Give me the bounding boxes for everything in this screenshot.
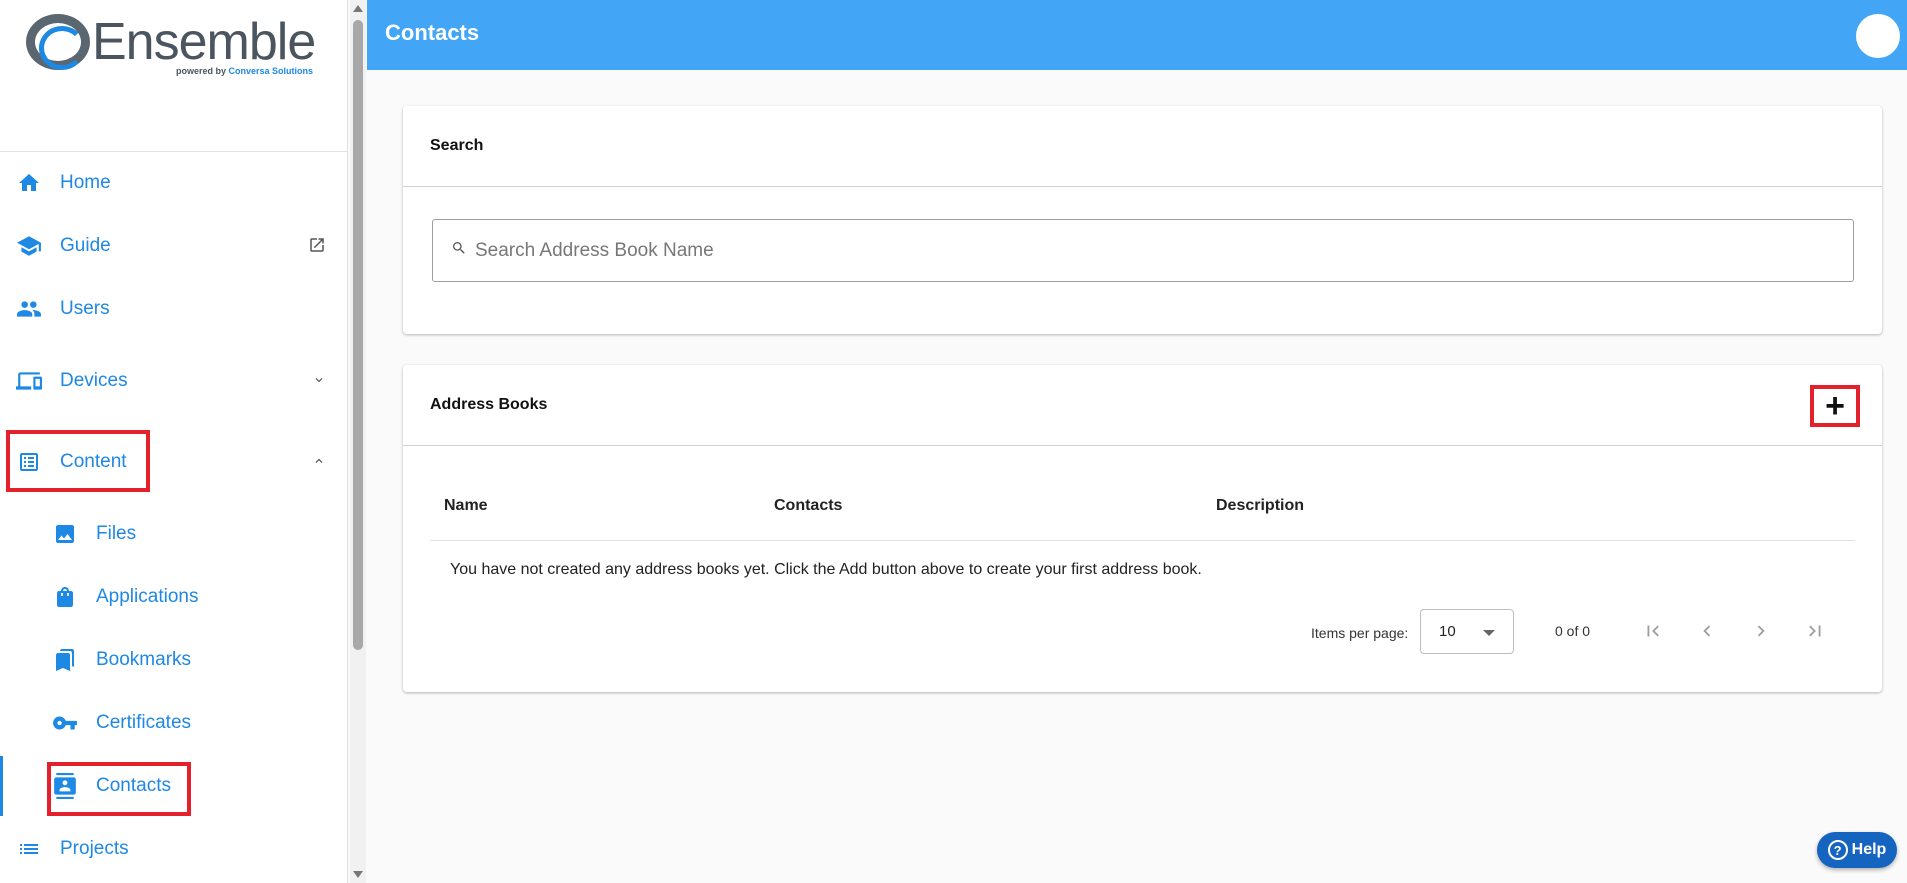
external-link-icon (308, 236, 326, 259)
logo-ring-icon (26, 14, 90, 70)
sidebar-item-certificates[interactable]: Certificates (52, 697, 332, 749)
address-books-card: Address Books + Name Contacts Descriptio… (403, 365, 1882, 692)
paginator-range: 0 of 0 (1555, 623, 1591, 639)
column-header-description[interactable]: Description (1216, 497, 1304, 515)
previous-page-button[interactable] (1693, 617, 1721, 645)
sidebar-item-label: Applications (96, 586, 199, 607)
shopping-bag-icon (52, 584, 78, 610)
sidebar-item-bookmarks[interactable]: Bookmarks (52, 634, 332, 686)
last-page-button[interactable] (1801, 617, 1829, 645)
items-per-page-select[interactable]: 10 (1420, 609, 1514, 654)
address-books-title: Address Books (430, 396, 548, 413)
scrollbar-thumb[interactable] (353, 20, 363, 650)
column-header-contacts[interactable]: Contacts (774, 497, 842, 515)
empty-state-message: You have not created any address books y… (450, 561, 1202, 578)
list-icon (16, 836, 42, 862)
sidebar-item-devices[interactable]: Devices (16, 355, 326, 407)
devices-icon (16, 368, 42, 394)
last-page-icon (1809, 625, 1821, 637)
logo-tagline: powered by Conversa Solutions (176, 66, 314, 76)
key-icon (52, 710, 78, 736)
active-indicator (0, 756, 3, 816)
sidebar-item-home[interactable]: Home (16, 157, 326, 209)
top-bar: Contacts (367, 0, 1907, 70)
sidebar-scrollbar[interactable] (350, 0, 366, 883)
help-button[interactable]: ? Help (1817, 832, 1897, 868)
sidebar-item-label: Files (96, 523, 137, 544)
contacts-highlight-box (47, 762, 191, 816)
scroll-up-arrow-icon[interactable] (353, 5, 363, 12)
image-icon (52, 521, 78, 547)
search-icon (451, 240, 467, 261)
home-icon (16, 170, 42, 196)
sidebar-item-label: Guide (60, 235, 111, 256)
next-page-button[interactable] (1747, 617, 1775, 645)
sidebar-item-applications[interactable]: Applications (52, 571, 332, 623)
sidebar-divider (0, 151, 347, 152)
sidebar-item-label: Users (60, 298, 110, 319)
sidebar-item-label: Devices (60, 370, 128, 391)
school-icon (16, 233, 42, 259)
help-label: Help (1851, 841, 1887, 858)
items-per-page-value: 10 (1439, 623, 1456, 640)
add-address-book-button[interactable]: + (1810, 385, 1860, 427)
address-books-header: Address Books + (403, 365, 1882, 446)
search-input[interactable] (475, 239, 1775, 262)
search-card: Search (403, 106, 1882, 334)
page-title: Contacts (385, 20, 480, 45)
sidebar-item-files[interactable]: Files (52, 508, 332, 560)
avatar[interactable] (1856, 14, 1900, 58)
content-highlight-box (6, 430, 150, 492)
logo-text: Ensemble (92, 13, 316, 71)
first-page-icon (1647, 625, 1659, 637)
column-header-name[interactable]: Name (444, 497, 488, 515)
bookmarks-icon (52, 647, 78, 673)
first-page-button[interactable] (1639, 617, 1667, 645)
sidebar-item-label: Projects (60, 838, 129, 859)
ensemble-logo[interactable]: Ensemble powered by Conversa Solutions (26, 12, 326, 82)
chevron-right-icon (1757, 625, 1765, 637)
users-icon (16, 296, 42, 322)
help-question-icon: ? (1827, 840, 1848, 860)
search-field[interactable] (432, 219, 1854, 282)
sidebar-item-projects[interactable]: Projects (16, 823, 326, 875)
search-card-title: Search (403, 106, 1882, 187)
dropdown-arrow-icon (1483, 630, 1495, 636)
sidebar-item-label: Certificates (96, 712, 192, 733)
sidebar-item-guide[interactable]: Guide (16, 220, 326, 272)
app-root: Ensemble powered by Conversa Solutions H… (0, 0, 1907, 883)
sidebar-item-label: Home (60, 172, 111, 193)
chevron-up-icon (312, 454, 326, 471)
sidebar-item-users[interactable]: Users (16, 283, 326, 335)
scroll-down-arrow-icon[interactable] (353, 871, 363, 878)
sidebar: Ensemble powered by Conversa Solutions H… (0, 0, 348, 883)
items-per-page-label: Items per page: (1311, 625, 1409, 641)
chevron-down-icon (312, 373, 326, 390)
sidebar-item-label: Bookmarks (96, 649, 192, 670)
chevron-left-icon (1703, 625, 1711, 637)
table-header-divider (430, 540, 1855, 541)
